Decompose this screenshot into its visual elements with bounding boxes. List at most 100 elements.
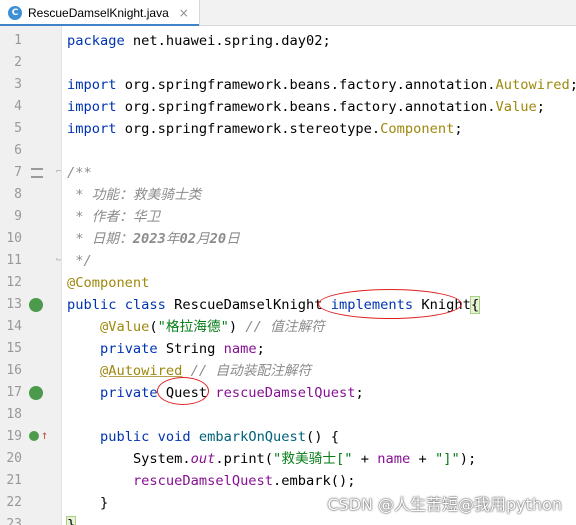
line-number: 19 bbox=[6, 429, 22, 444]
doc-comment: * 日期： bbox=[67, 231, 133, 247]
override-marker-icon[interactable] bbox=[29, 431, 39, 441]
semicolon: ; bbox=[256, 341, 265, 357]
code-line[interactable]: 16 @Autowired // 自动装配注解符 bbox=[0, 360, 576, 382]
code-text: System.out.print("救美骑士[" + name + "]"); bbox=[67, 448, 476, 470]
java-class-icon: C bbox=[8, 6, 22, 20]
string-literal: "格拉海德" bbox=[157, 319, 229, 335]
keyword: void bbox=[157, 429, 191, 445]
spring-bean-icon[interactable] bbox=[29, 298, 43, 312]
code-line[interactable]: 6 bbox=[0, 140, 576, 162]
operator: + bbox=[352, 451, 378, 467]
doc-comment: 日 bbox=[226, 231, 240, 247]
code-line[interactable]: 21 rescueDamselQuest.embark(); bbox=[0, 470, 576, 492]
import-path: org.springframework.stereotype. bbox=[116, 121, 381, 137]
field-name: rescueDamselQuest bbox=[132, 473, 274, 489]
field-name: name bbox=[223, 341, 257, 357]
code-text: private String name; bbox=[67, 338, 265, 360]
code-line[interactable]: 12 @Component bbox=[0, 272, 576, 294]
brace: } bbox=[65, 516, 77, 525]
fold-toggle-icon[interactable]: ⌐ bbox=[56, 168, 65, 177]
method-name: embarkOnQuest bbox=[190, 429, 307, 445]
package-name: net.huawei.spring.day02; bbox=[124, 33, 331, 49]
semicolon: ; bbox=[570, 77, 576, 93]
code-line[interactable]: 11 ⌙ */ bbox=[0, 250, 576, 272]
brace: } bbox=[99, 495, 109, 511]
string-literal: "]" bbox=[434, 451, 460, 467]
code-line[interactable]: 13 public class RescueDamselKnight implem… bbox=[0, 294, 576, 316]
code-line[interactable]: 5 import org.springframework.stereotype.C… bbox=[0, 118, 576, 140]
paren: ( bbox=[149, 319, 158, 335]
line-number: 2 bbox=[14, 55, 22, 70]
import-class: Autowired bbox=[495, 77, 570, 93]
doc-comment: /** bbox=[67, 165, 92, 181]
code-line[interactable]: 3 import org.springframework.beans.factor… bbox=[0, 74, 576, 96]
keyword: import bbox=[67, 77, 117, 93]
doc-comment: * 作者：华卫 bbox=[67, 209, 161, 225]
code-text: public void embarkOnQuest() { bbox=[67, 426, 339, 448]
code-line[interactable]: 9 * 作者：华卫 bbox=[0, 206, 576, 228]
code-line[interactable]: 23} bbox=[0, 514, 576, 525]
reader-mode-icon[interactable] bbox=[31, 168, 43, 178]
paren: ) bbox=[228, 319, 238, 335]
line-number: 11 bbox=[6, 253, 22, 268]
code-line[interactable]: 20 System.out.print("救美骑士[" + name + "]"… bbox=[0, 448, 576, 470]
semicolon: ; bbox=[454, 121, 463, 137]
code-line[interactable]: 4 import org.springframework.beans.factor… bbox=[0, 96, 576, 118]
code-line[interactable]: 19 ↑ public void embarkOnQuest() { bbox=[0, 426, 576, 448]
code-line[interactable]: 17 private Quest rescueDamselQuest; bbox=[0, 382, 576, 404]
code-text: import org.springframework.beans.factory… bbox=[67, 96, 545, 118]
fold-toggle-icon[interactable]: ⌙ bbox=[56, 256, 65, 265]
doc-comment: 2023 bbox=[132, 231, 166, 247]
line-number: 18 bbox=[6, 407, 22, 422]
class-ref: System. bbox=[132, 451, 191, 467]
line-number: 4 bbox=[14, 99, 22, 114]
doc-comment: 20 bbox=[209, 231, 227, 247]
quest-highlight-ellipse bbox=[157, 377, 209, 405]
file-tab[interactable]: C RescueDamselKnight.java × bbox=[0, 0, 200, 27]
annotation: @Value bbox=[99, 319, 150, 335]
line-number: 20 bbox=[6, 451, 22, 466]
doc-comment: 年 bbox=[165, 231, 180, 247]
code-line[interactable]: 1 package net.huawei.spring.day02; bbox=[0, 30, 576, 52]
operator: + bbox=[410, 451, 435, 467]
code-line[interactable]: 14 @Value("格拉海德") // 值注解符 bbox=[0, 316, 576, 338]
code-text: @Value("格拉海德") // 值注解符 bbox=[67, 316, 325, 338]
brace: { bbox=[469, 296, 481, 314]
doc-comment: 月 bbox=[195, 231, 210, 247]
code-text: @Component bbox=[67, 272, 149, 294]
line-number: 13 bbox=[6, 297, 22, 312]
line-number: 1 bbox=[14, 33, 22, 48]
line-comment: // 值注解符 bbox=[237, 319, 325, 335]
code-line[interactable]: 7 ⌐/** bbox=[0, 162, 576, 184]
line-number: 21 bbox=[6, 473, 22, 488]
code-line[interactable]: 10 * 日期：2023年02月20日 bbox=[0, 228, 576, 250]
close-tab-icon[interactable]: × bbox=[179, 6, 189, 20]
semicolon: ; bbox=[355, 385, 364, 401]
keyword: private bbox=[99, 385, 158, 401]
code-editor[interactable]: 1 package net.huawei.spring.day02; 2 3 impor… bbox=[0, 26, 576, 525]
import-path: org.springframework.beans.factory.annota… bbox=[116, 99, 496, 115]
code-text: private Quest rescueDamselQuest; bbox=[67, 382, 364, 404]
code-line[interactable]: 18 bbox=[0, 404, 576, 426]
keyword: package bbox=[67, 33, 125, 49]
line-number: 17 bbox=[6, 385, 22, 400]
code-text: */ bbox=[67, 250, 92, 272]
spring-bean-icon[interactable] bbox=[29, 386, 43, 400]
csdn-watermark: CSDN @人生苦短@我用python bbox=[327, 495, 562, 514]
import-path: org.springframework.beans.factory.annota… bbox=[116, 77, 496, 93]
code-line[interactable]: 2 bbox=[0, 52, 576, 74]
line-number: 23 bbox=[6, 517, 22, 525]
type-name: String bbox=[157, 341, 224, 357]
method-call: .print( bbox=[215, 451, 274, 467]
annotation: @Component bbox=[67, 275, 150, 291]
code-text: /** bbox=[67, 162, 92, 184]
code-line[interactable]: 15 private String name; bbox=[0, 338, 576, 360]
paren: () { bbox=[306, 429, 339, 445]
code-line[interactable]: 8 * 功能：救美骑士类 bbox=[0, 184, 576, 206]
keyword: import bbox=[67, 99, 117, 115]
code-text: import org.springframework.stereotype.Co… bbox=[67, 118, 463, 140]
file-tab-label: RescueDamselKnight.java bbox=[28, 6, 169, 20]
line-number: 7 bbox=[14, 165, 22, 180]
doc-comment: 02 bbox=[179, 231, 196, 247]
implements-arrow-icon[interactable]: ↑ bbox=[41, 428, 48, 442]
